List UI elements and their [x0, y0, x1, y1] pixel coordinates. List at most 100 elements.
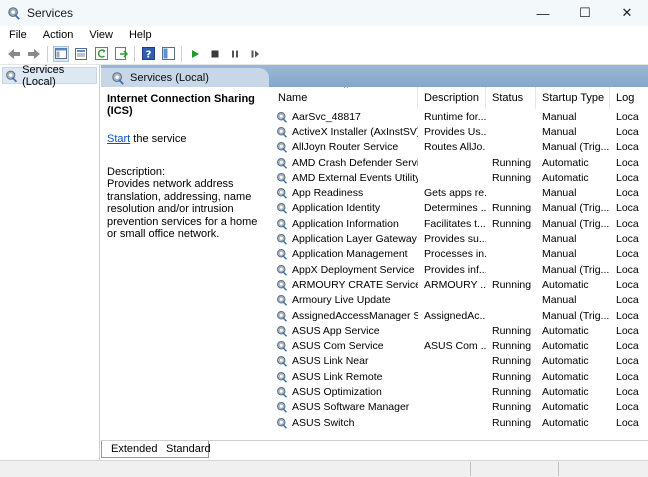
service-startup-type: Manual — [542, 125, 577, 138]
service-startup-type: Automatic — [542, 416, 589, 429]
menu-file[interactable]: File — [0, 29, 35, 41]
description-text: Provides network address translation, ad… — [107, 178, 258, 240]
service-name-text: AMD External Events Utility — [292, 171, 418, 184]
service-row[interactable]: ASUS Com Service ASUS Com ... Running Autom… — [272, 338, 648, 353]
service-name: ARMOURY CRATE Service — [272, 279, 418, 291]
service-log-on-as: Loca — [616, 294, 639, 307]
service-startup-type: Manual — [542, 294, 577, 307]
column-header-startup-type[interactable]: Startup Type — [536, 87, 610, 109]
service-row[interactable]: AssignedAccessManager Se... AssignedAc...… — [272, 308, 648, 323]
service-row[interactable]: Armoury Live Update Manual Loca — [272, 293, 648, 308]
service-row[interactable]: AMD External Events Utility Running Automa… — [272, 170, 648, 185]
service-description: Provides inf... — [424, 263, 486, 276]
service-row[interactable]: AppX Deployment Service (... Provides inf… — [272, 262, 648, 277]
service-name: Application Identity — [272, 202, 418, 214]
start-service-icon[interactable] — [187, 46, 203, 62]
restart-service-icon[interactable] — [247, 46, 263, 62]
service-log-on-as: Loca — [616, 125, 639, 138]
service-name: ASUS Switch — [272, 417, 418, 429]
service-startup-type: Automatic — [542, 278, 589, 291]
service-row[interactable]: Application Identity Determines ... Runnin… — [272, 201, 648, 216]
menu-help[interactable]: Help — [121, 29, 160, 41]
service-name: AMD Crash Defender Service — [272, 157, 418, 169]
back-arrow-icon[interactable] — [6, 46, 22, 62]
minimize-button[interactable]: — — [522, 0, 564, 26]
service-row[interactable]: ASUS Link Remote Running Automatic Loca — [272, 369, 648, 384]
maximize-button[interactable]: ☐ — [564, 0, 606, 26]
tree-item-services-local[interactable]: Services (Local) — [2, 64, 97, 88]
forward-arrow-icon[interactable] — [26, 46, 42, 62]
stop-service-icon[interactable] — [207, 46, 223, 62]
pause-service-icon[interactable] — [227, 46, 243, 62]
service-description: Runtime for... — [424, 110, 486, 123]
service-row[interactable]: Application Information Facilitates t... R… — [272, 216, 648, 231]
service-row[interactable]: ASUS Optimization Running Automatic Loca — [272, 384, 648, 399]
column-header-log-on-as[interactable]: Log — [610, 87, 648, 109]
service-name: ASUS Optimization — [272, 386, 418, 398]
service-row[interactable]: ASUS Software Manager Running Automatic Loc… — [272, 400, 648, 415]
service-status: Running — [492, 401, 532, 414]
svg-text:?: ? — [145, 50, 151, 61]
service-row[interactable]: AllJoyn Router Service Routes AllJo... Man… — [272, 140, 648, 155]
service-row[interactable]: App Readiness Gets apps re... Manual Loca — [272, 185, 648, 200]
help-icon[interactable]: ? — [140, 46, 156, 62]
service-name-text: ASUS App Service — [292, 324, 380, 337]
sort-ascending-icon: ^ — [344, 87, 348, 93]
properties-icon[interactable] — [73, 46, 89, 62]
service-gear-icon — [276, 111, 288, 123]
service-name: AllJoyn Router Service — [272, 141, 418, 153]
selected-service-name: Internet Connection Sharing (ICS) — [107, 93, 255, 117]
start-service-link[interactable]: Start — [107, 133, 130, 145]
service-name: ASUS App Service — [272, 325, 418, 337]
service-log-on-as: Loca — [616, 278, 639, 291]
service-log-on-as: Loca — [616, 248, 639, 261]
service-gear-icon — [276, 141, 288, 154]
refresh-icon[interactable] — [93, 46, 109, 62]
column-header-description[interactable]: Description — [418, 87, 486, 109]
export-list-icon[interactable] — [113, 46, 129, 62]
start-service-suffix: the service — [130, 133, 187, 145]
service-description: ARMOURY ... — [424, 278, 486, 291]
column-headers: ^ Name Description Status Startup Type L… — [272, 87, 648, 109]
service-gear-icon — [276, 371, 288, 383]
toolbar-separator — [47, 45, 48, 62]
column-header-label: Status — [492, 92, 524, 104]
menu-action[interactable]: Action — [35, 29, 82, 41]
service-status: Running — [492, 416, 532, 429]
service-row[interactable]: ASUS App Service Running Automatic Loca — [272, 323, 648, 338]
service-name-text: AppX Deployment Service (... — [292, 263, 418, 276]
service-name: AssignedAccessManager Se... — [272, 310, 418, 322]
service-status: Running — [492, 171, 532, 184]
pane-title: Services (Local) — [130, 71, 209, 84]
service-log-on-as: Loca — [616, 355, 639, 368]
service-row[interactable]: AarSvc_48817 Runtime for... Manual Loca — [272, 109, 648, 124]
status-bar-divider — [470, 462, 471, 476]
service-startup-type: Automatic — [542, 355, 589, 368]
service-row[interactable]: Application Management Processes in... Man… — [272, 247, 648, 262]
service-status: Running — [492, 370, 532, 383]
service-name: Armoury Live Update — [272, 294, 418, 306]
service-description: Gets apps re... — [424, 187, 486, 200]
service-row[interactable]: ASUS Link Near Running Automatic Loca — [272, 354, 648, 369]
services-list: ^ Name Description Status Startup Type L… — [272, 87, 648, 432]
close-button[interactable]: ✕ — [606, 0, 648, 26]
service-name-text: Application Management — [292, 248, 408, 261]
column-header-name[interactable]: ^ Name — [272, 87, 418, 109]
service-row[interactable]: ActiveX Installer (AxInstSV) Provides Us.… — [272, 124, 648, 139]
services-pane: Services (Local) Internet Connection Sha… — [101, 65, 648, 460]
service-row[interactable]: ASUS Switch Running Automatic Loca — [272, 415, 648, 430]
console-tree-icon[interactable] — [53, 45, 69, 62]
menu-view[interactable]: View — [81, 29, 121, 41]
service-gear-icon — [276, 340, 288, 352]
tab-standard[interactable]: Standard — [157, 441, 211, 458]
service-description: ASUS Com ... — [424, 340, 486, 353]
service-description: Determines ... — [424, 202, 486, 215]
service-name: Application Information — [272, 218, 418, 230]
service-row[interactable]: Application Layer Gateway ... Provides su… — [272, 231, 648, 246]
show-hide-icon[interactable] — [160, 46, 176, 62]
service-row[interactable]: AMD Crash Defender Service Running Automat… — [272, 155, 648, 170]
column-header-status[interactable]: Status — [486, 87, 536, 109]
tab-extended[interactable]: Extended — [101, 441, 157, 458]
service-row[interactable]: ARMOURY CRATE Service ARMOURY ... Running A… — [272, 277, 648, 292]
service-startup-type: Manual (Trig... — [542, 141, 610, 154]
